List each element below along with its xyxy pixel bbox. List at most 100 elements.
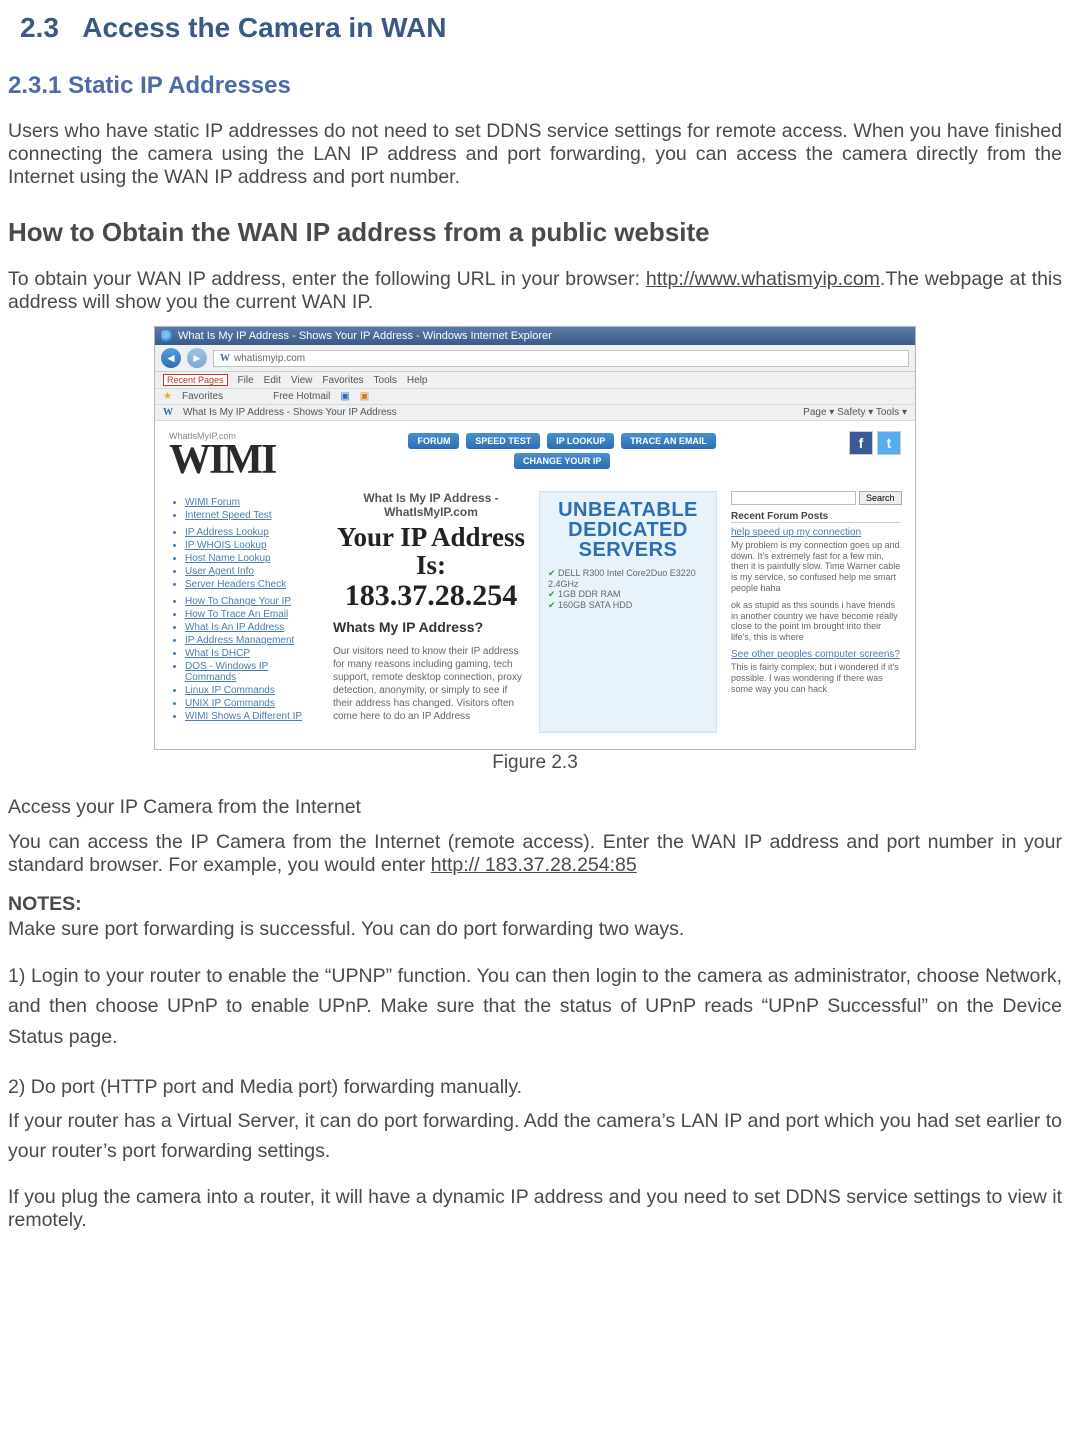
tab-bar: W What Is My IP Address - Shows Your IP … <box>155 405 915 421</box>
left-links-1: WIMI Forum Internet Speed Test <box>169 497 319 521</box>
link-what-is-ip[interactable]: What Is An IP Address <box>185 622 319 633</box>
favorites-bar: ★ Favorites Free Hotmail ▣ ▣ <box>155 389 915 405</box>
howto-paragraph: To obtain your WAN IP address, enter the… <box>8 268 1062 314</box>
page-headline: What Is My IP Address - WhatIsMyIP.com <box>333 491 529 519</box>
ip-block: What Is My IP Address - WhatIsMyIP.com Y… <box>333 491 529 733</box>
link-different-ip[interactable]: WIMI Shows A Different IP <box>185 711 319 722</box>
link-change-ip[interactable]: How To Change Your IP <box>185 596 319 607</box>
menu-edit[interactable]: Edit <box>264 375 281 386</box>
social-links: f t <box>849 431 901 455</box>
figure-caption: Figure 2.3 <box>8 752 1062 774</box>
star-icon: ★ <box>163 391 172 402</box>
window-title: What Is My IP Address - Shows Your IP Ad… <box>178 330 552 342</box>
access-example-url: http:// 183.37.28.254:85 <box>431 854 637 876</box>
access-paragraph: You can access the IP Camera from the In… <box>8 831 1062 877</box>
notes-label: NOTES: <box>8 893 1062 916</box>
section-title-text: Access the Camera in WAN <box>82 12 446 43</box>
figure-2-3: What Is My IP Address - Shows Your IP Ad… <box>8 326 1062 774</box>
middle-content: What Is My IP Address - WhatIsMyIP.com Y… <box>333 491 717 733</box>
link-whois[interactable]: IP WHOIS Lookup <box>185 540 319 551</box>
search-box: Search <box>731 491 901 505</box>
nav-traceemail[interactable]: TRACE AN EMAIL <box>621 433 716 449</box>
howto-heading: How to Obtain the WAN IP address from a … <box>8 217 1062 248</box>
right-sidebar: Search Recent Forum Posts help speed up … <box>731 491 901 733</box>
forum-post2-body: ok as stupid as this sounds i have frien… <box>731 600 901 643</box>
left-links-2: IP Address Lookup IP WHOIS Lookup Host N… <box>169 527 319 590</box>
left-sidebar: WIMI Forum Internet Speed Test IP Addres… <box>169 491 319 733</box>
back-button[interactable]: ◄ <box>161 348 181 368</box>
left-links-3: How To Change Your IP How To Trace An Em… <box>169 596 319 722</box>
window-titlebar: What Is My IP Address - Shows Your IP Ad… <box>155 327 915 345</box>
section-number: 2.3 <box>20 12 59 43</box>
link-hostname[interactable]: Host Name Lookup <box>185 553 319 564</box>
ad-specs: DELL R300 Intel Core2Duo E3220 2.4GHz 1G… <box>548 568 708 611</box>
link-linux[interactable]: Linux IP Commands <box>185 685 319 696</box>
forward-button[interactable]: ► <box>187 348 207 368</box>
webpage-content: WhatIsMyIP.com WIMI FORUM SPEED TEST IP … <box>155 421 915 749</box>
link-ip-lookup[interactable]: IP Address Lookup <box>185 527 319 538</box>
subsection-heading: 2.3.1 Static IP Addresses <box>8 72 1062 100</box>
ad-spec-1: DELL R300 Intel Core2Duo E3220 2.4GHz <box>548 568 708 589</box>
closing-paragraph: If you plug the camera into a router, it… <box>8 1186 1062 1232</box>
menu-file[interactable]: File <box>238 375 254 386</box>
ip-big-title: Your IP Address Is: <box>333 523 529 580</box>
free-hotmail-link[interactable]: Free Hotmail <box>273 391 330 402</box>
ad-box: UNBEATABLE DEDICATED SERVERS DELL R300 I… <box>539 491 717 733</box>
subsection-number: 2.3.1 <box>8 72 61 99</box>
forum-post3-title[interactable]: See other peoples computer screens? <box>731 649 901 660</box>
nav-iplookup[interactable]: IP LOOKUP <box>547 433 614 449</box>
link-speed-test[interactable]: Internet Speed Test <box>185 510 319 521</box>
menu-help[interactable]: Help <box>407 375 428 386</box>
step-2b: If your router has a Virtual Server, it … <box>8 1106 1062 1166</box>
ad-line1: UNBEATABLE <box>548 500 708 520</box>
ad-spec-2: 1GB DDR RAM <box>548 589 708 600</box>
nav-speedtest[interactable]: SPEED TEST <box>466 433 540 449</box>
browser-screenshot: What Is My IP Address - Shows Your IP Ad… <box>154 326 916 750</box>
link-dhcp[interactable]: What Is DHCP <box>185 648 319 659</box>
nav-changeip[interactable]: CHANGE YOUR IP <box>514 453 610 469</box>
forum-post1-body: My problem is my connection goes up and … <box>731 540 901 594</box>
ad-spec-3: 160GB SATA HDD <box>548 600 708 611</box>
nav-button-group: FORUM SPEED TEST IP LOOKUP TRACE AN EMAI… <box>406 431 717 471</box>
forum-title: Recent Forum Posts <box>731 511 901 523</box>
address-row: ◄ ► W whatismyip.com <box>155 345 915 372</box>
notes-intro: Make sure port forwarding is successful.… <box>8 918 1062 941</box>
nav-forum[interactable]: FORUM <box>408 433 459 449</box>
search-button[interactable]: Search <box>859 491 902 505</box>
menu-tools[interactable]: Tools <box>374 375 397 386</box>
recent-pages-tag: Recent Pages <box>163 374 228 386</box>
menu-bar: Recent Pages File Edit View Favorites To… <box>155 372 915 389</box>
ip-desc: Our visitors need to know their IP addre… <box>333 645 529 723</box>
link-ipam[interactable]: IP Address Management <box>185 635 319 646</box>
step-2a: 2) Do port (HTTP port and Media port) fo… <box>8 1072 1062 1102</box>
favorites-label: Favorites <box>182 391 223 402</box>
ie-icon <box>161 330 173 342</box>
search-input[interactable] <box>731 491 856 505</box>
intro-paragraph: Users who have static IP addresses do no… <box>8 120 1062 189</box>
url-text: whatismyip.com <box>234 353 305 364</box>
menu-favorites[interactable]: Favorites <box>322 375 363 386</box>
facebook-icon[interactable]: f <box>849 431 873 455</box>
link-wimi-forum[interactable]: WIMI Forum <box>185 497 319 508</box>
link-useragent[interactable]: User Agent Info <box>185 566 319 577</box>
forum-post3-body: This is fairly complex, but i wondered i… <box>731 662 901 694</box>
link-trace-email[interactable]: How To Trace An Email <box>185 609 319 620</box>
whatismyip-link[interactable]: http://www.whatismyip.com <box>646 268 880 290</box>
ip-sub: Whats My IP Address? <box>333 619 529 635</box>
link-unix[interactable]: UNIX IP Commands <box>185 698 319 709</box>
menu-view[interactable]: View <box>291 375 313 386</box>
forum-post1-title[interactable]: help speed up my connection <box>731 527 901 538</box>
link-dos[interactable]: DOS - Windows IP Commands <box>185 661 319 683</box>
address-bar[interactable]: W whatismyip.com <box>213 350 909 367</box>
ip-big-value: 183.37.28.254 <box>333 580 529 612</box>
access-topic: Access your IP Camera from the Internet <box>8 796 1062 819</box>
link-headers[interactable]: Server Headers Check <box>185 579 319 590</box>
section-heading: 2.3 Access the Camera in WAN <box>20 12 1062 44</box>
wimi-brand: WIMI <box>169 441 275 481</box>
step-1: 1) Login to your router to enable the “U… <box>8 961 1062 1052</box>
subsection-title-text: Static IP Addresses <box>68 72 291 99</box>
howto-text-pre: To obtain your WAN IP address, enter the… <box>8 268 646 290</box>
twitter-icon[interactable]: t <box>877 431 901 455</box>
ad-line2: DEDICATED <box>548 520 708 540</box>
tab-title[interactable]: What Is My IP Address - Shows Your IP Ad… <box>183 407 397 418</box>
